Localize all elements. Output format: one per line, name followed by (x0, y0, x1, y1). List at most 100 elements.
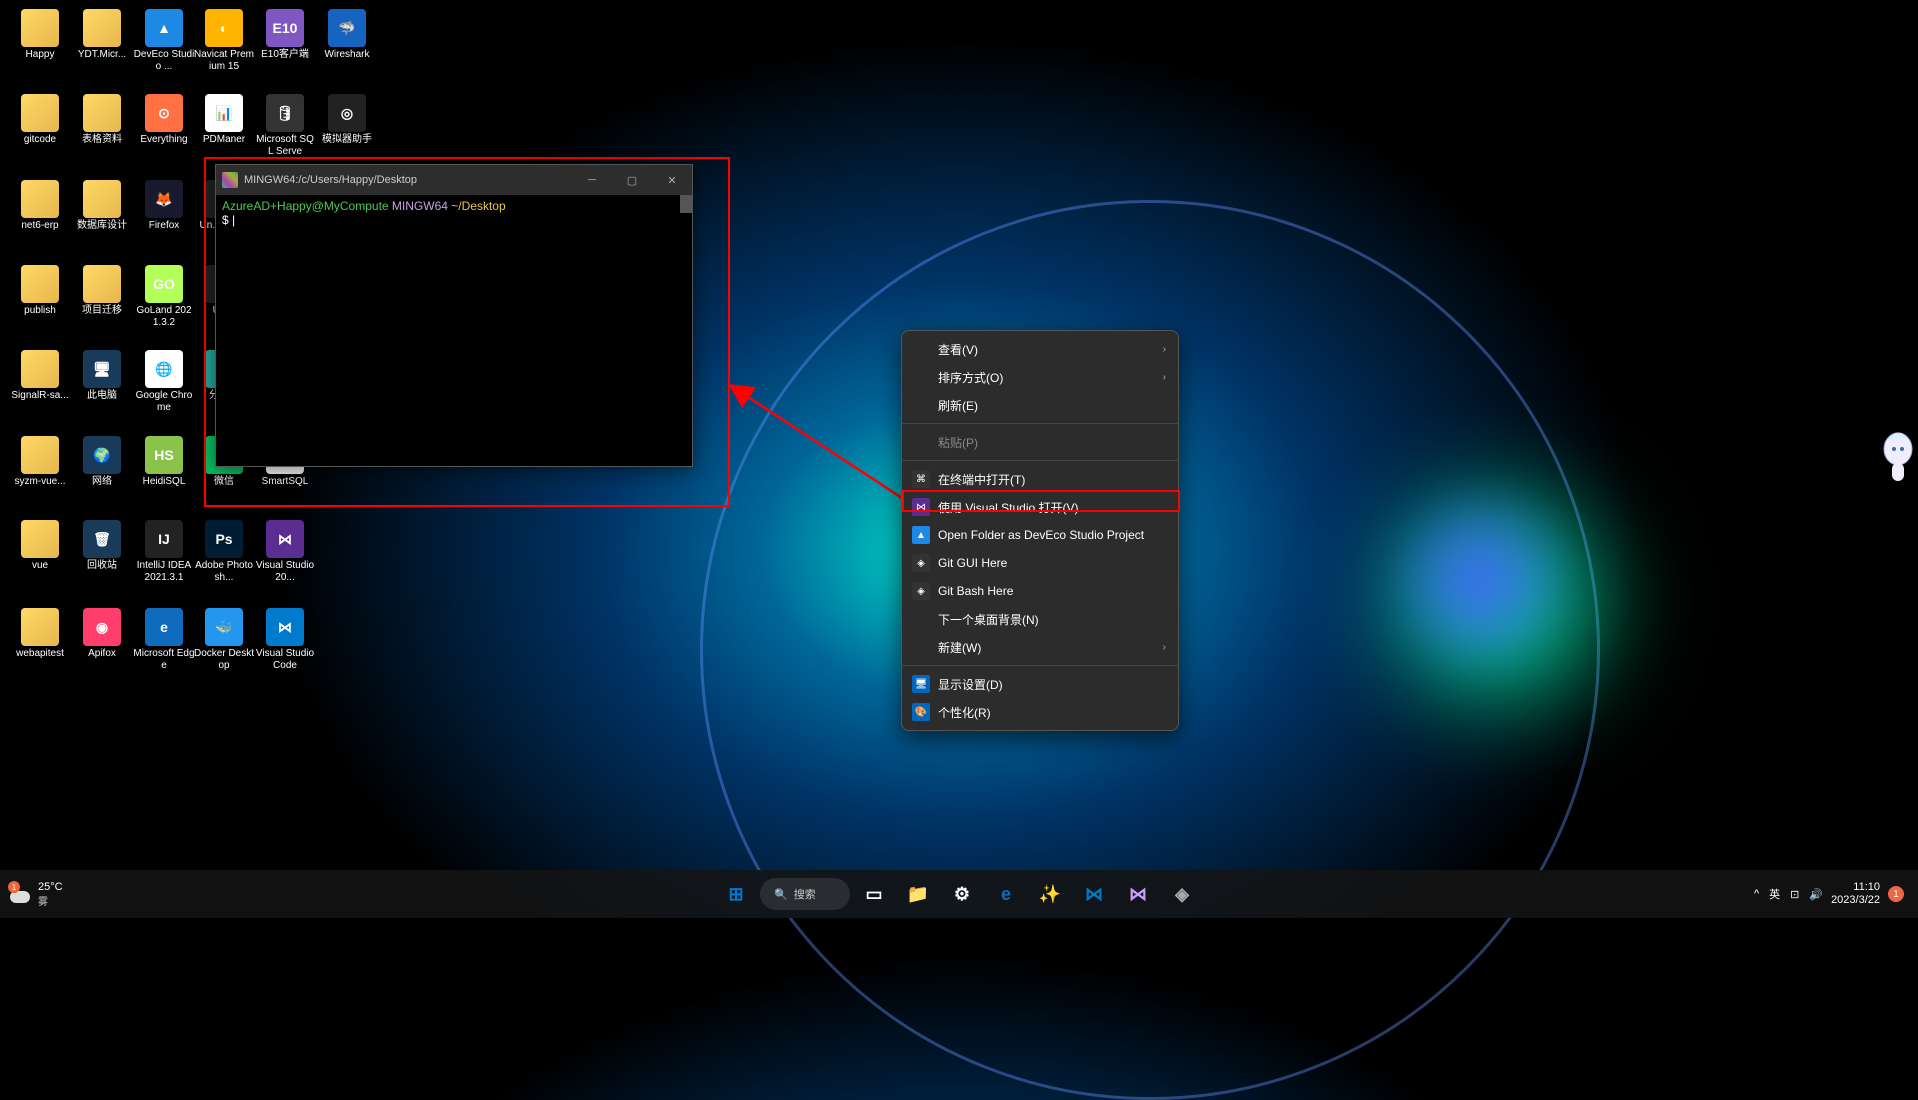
desktop-icon-intellij-idea-2021-3-1[interactable]: IJIntelliJ IDEA 2021.3.1 (133, 520, 195, 584)
app-icon: 🌍 (83, 436, 121, 474)
terminal-scrollbar[interactable] (680, 195, 692, 213)
ctx-item-icon: ⌘ (912, 470, 930, 488)
desktop-icon----[interactable]: 🗑回收站 (71, 520, 133, 572)
desktop-icon-firefox[interactable]: 🦊Firefox (133, 180, 195, 232)
desktop-icon-vue[interactable]: vue (9, 520, 71, 572)
desktop-icon-visual-studio-20---[interactable]: ⋈Visual Studio 20... (254, 520, 316, 584)
weather-icon: 1 (10, 883, 32, 905)
taskbar-search[interactable]: 🔍搜索 (760, 878, 850, 910)
taskbar-explorer[interactable]: 📁 (898, 874, 938, 914)
assistant-avatar[interactable] (1878, 429, 1918, 489)
tray-chevron-icon[interactable]: ^ (1754, 888, 1759, 900)
desktop-icon-syzm-vue---[interactable]: syzm-vue... (9, 436, 71, 488)
desktop-icon-heidisql[interactable]: HSHeidiSQL (133, 436, 195, 488)
ctx-item-label: 排序方式(O) (938, 369, 1003, 386)
ctx-item------d-[interactable]: 🖥显示设置(D) (902, 670, 1178, 698)
ctx-item-label: Open Folder as DevEco Studio Project (938, 528, 1144, 542)
taskbar-copilot[interactable]: ✨ (1030, 874, 1070, 914)
desktop-icon-microsoft-edge[interactable]: eMicrosoft Edge (133, 608, 195, 672)
desktop-icon-----[interactable]: 项目迁移 (71, 265, 133, 317)
ctx-item------o-[interactable]: 排序方式(O)› (902, 363, 1178, 391)
ctx-item----e-[interactable]: 刷新(E) (902, 391, 1178, 419)
minimize-button[interactable]: ─ (572, 165, 612, 195)
ctx-item-icon: ◈ (912, 554, 930, 572)
app-icon: ⊙ (145, 94, 183, 132)
desktop-icon-e10---[interactable]: E10E10客户端 (254, 9, 316, 61)
desktop-icon-deveco-studio----[interactable]: ▲DevEco Studio ... (133, 9, 195, 73)
terminal-title: MINGW64:/c/Users/Happy/Desktop (244, 174, 572, 186)
desktop-icon-happy[interactable]: Happy (9, 9, 71, 61)
close-button[interactable]: ✕ (652, 165, 692, 195)
ctx-item----visual-studio----v-[interactable]: ⋈使用 Visual Studio 打开(V) (902, 493, 1178, 521)
ime-language[interactable]: 英 (1769, 886, 1780, 902)
terminal-titlebar[interactable]: MINGW64:/c/Users/Happy/Desktop ─ ▢ ✕ (216, 165, 692, 195)
desktop-icon-pdmaner[interactable]: 📊PDManer (193, 94, 255, 146)
folder-icon (83, 9, 121, 47)
desktop-icon-visual-studio-code[interactable]: ⋈Visual Studio Code (254, 608, 316, 672)
taskbar-task-view[interactable]: ▭ (854, 874, 894, 914)
app-icon: 🦈 (328, 9, 366, 47)
taskbar-git-bash[interactable]: ◈ (1162, 874, 1202, 914)
ctx-item--------t-[interactable]: ⌘在终端中打开(T) (902, 465, 1178, 493)
taskbar-start[interactable]: ⊞ (716, 874, 756, 914)
desktop-icon-----[interactable]: 表格资料 (71, 94, 133, 146)
desktop-icon-goland-2021-3-2[interactable]: GOGoLand 2021.3.2 (133, 265, 195, 329)
desktop-icon-google-chrome[interactable]: 🌐Google Chrome (133, 350, 195, 414)
app-icon: ◎ (328, 94, 366, 132)
desktop-icon-microsoft-sql-serve[interactable]: 🛢Microsoft SQL Serve (254, 94, 316, 158)
taskbar-vs[interactable]: ⋈ (1118, 874, 1158, 914)
taskbar-clock[interactable]: 11:10 2023/3/22 (1831, 881, 1880, 907)
desktop-icon-label: syzm-vue... (14, 476, 65, 488)
desktop-icon-signalr-sa---[interactable]: SignalR-sa... (9, 350, 71, 402)
ctx-item-open-folder-as-deveco-studio-project[interactable]: ▲Open Folder as DevEco Studio Project (902, 521, 1178, 549)
desktop-icon-docker-desktop[interactable]: 🐳Docker Desktop (193, 608, 255, 672)
git-bash-terminal-window[interactable]: MINGW64:/c/Users/Happy/Desktop ─ ▢ ✕ Azu… (215, 164, 693, 467)
desktop-context-menu[interactable]: 查看(V)›排序方式(O)›刷新(E)粘贴(P)⌘在终端中打开(T)⋈使用 Vi… (901, 330, 1179, 731)
volume-icon[interactable]: 🔊 (1809, 888, 1823, 901)
desktop-icon-apifox[interactable]: ◉Apifox (71, 608, 133, 660)
desktop-icon-label: Adobe Photosh... (193, 560, 255, 584)
desktop-icon-label: gitcode (24, 134, 56, 146)
desktop-icon----[interactable]: 🖥此电脑 (71, 350, 133, 402)
taskbar-edge[interactable]: e (986, 874, 1026, 914)
maximize-button[interactable]: ▢ (612, 165, 652, 195)
desktop-icon------[interactable]: ◎模拟器助手 (316, 94, 378, 146)
ctx-item-label: 个性化(R) (938, 704, 991, 721)
desktop-icon-ydt-micr---[interactable]: YDT.Micr... (71, 9, 133, 61)
taskbar[interactable]: 1 25°C 雾 ⊞🔍搜索▭📁⚙e✨⋈⋈◈ ^ 英 ⊡ 🔊 11:10 2023… (0, 870, 1918, 918)
desktop-icon-navicat-premium-15[interactable]: ◐Navicat Premium 15 (193, 9, 255, 73)
ctx-item-git-gui-here[interactable]: ◈Git GUI Here (902, 549, 1178, 577)
desktop-icon-publish[interactable]: publish (9, 265, 71, 317)
folder-icon (21, 94, 59, 132)
desktop-icon-net6-erp[interactable]: net6-erp (9, 180, 71, 232)
ctx-item-icon (912, 610, 930, 628)
ctx-item-git-bash-here[interactable]: ◈Git Bash Here (902, 577, 1178, 605)
taskbar-settings[interactable]: ⚙ (942, 874, 982, 914)
desktop-icon-label: net6-erp (21, 220, 58, 232)
desktop-icon-label: 网络 (92, 476, 112, 488)
desktop-icon-adobe-photosh---[interactable]: PsAdobe Photosh... (193, 520, 255, 584)
ctx-item----v-[interactable]: 查看(V)› (902, 335, 1178, 363)
desktop-icon-everything[interactable]: ⊙Everything (133, 94, 195, 146)
network-icon[interactable]: ⊡ (1790, 888, 1799, 901)
clock-time: 11:10 (1831, 881, 1880, 894)
terminal-body[interactable]: AzureAD+Happy@MyCompute MINGW64 ~/Deskto… (216, 195, 692, 466)
search-icon: 🔍 (774, 888, 788, 901)
desktop-icon-label: SignalR-sa... (11, 390, 68, 402)
desktop-icon-gitcode[interactable]: gitcode (9, 94, 71, 146)
desktop-icon-webapitest[interactable]: webapitest (9, 608, 71, 660)
taskbar-weather[interactable]: 1 25°C 雾 (0, 881, 63, 908)
vscode-icon: ⋈ (1082, 882, 1106, 906)
desktop-icon-label: SmartSQL (262, 476, 309, 488)
ctx-item----w-[interactable]: 新建(W)› (902, 633, 1178, 661)
desktop-icon------[interactable]: 数据库设计 (71, 180, 133, 232)
terminal-app-icon (222, 172, 238, 188)
ctx-item-label: 显示设置(D) (938, 676, 1003, 693)
notification-badge[interactable]: 1 (1888, 886, 1904, 902)
ctx-item-----r-[interactable]: 🎨个性化(R) (902, 698, 1178, 726)
system-tray[interactable]: ^ 英 ⊡ 🔊 (1754, 886, 1823, 902)
desktop-icon-wireshark[interactable]: 🦈Wireshark (316, 9, 378, 61)
ctx-item---------n-[interactable]: 下一个桌面背景(N) (902, 605, 1178, 633)
taskbar-vscode[interactable]: ⋈ (1074, 874, 1114, 914)
desktop-icon---[interactable]: 🌍 网络 (71, 436, 133, 488)
